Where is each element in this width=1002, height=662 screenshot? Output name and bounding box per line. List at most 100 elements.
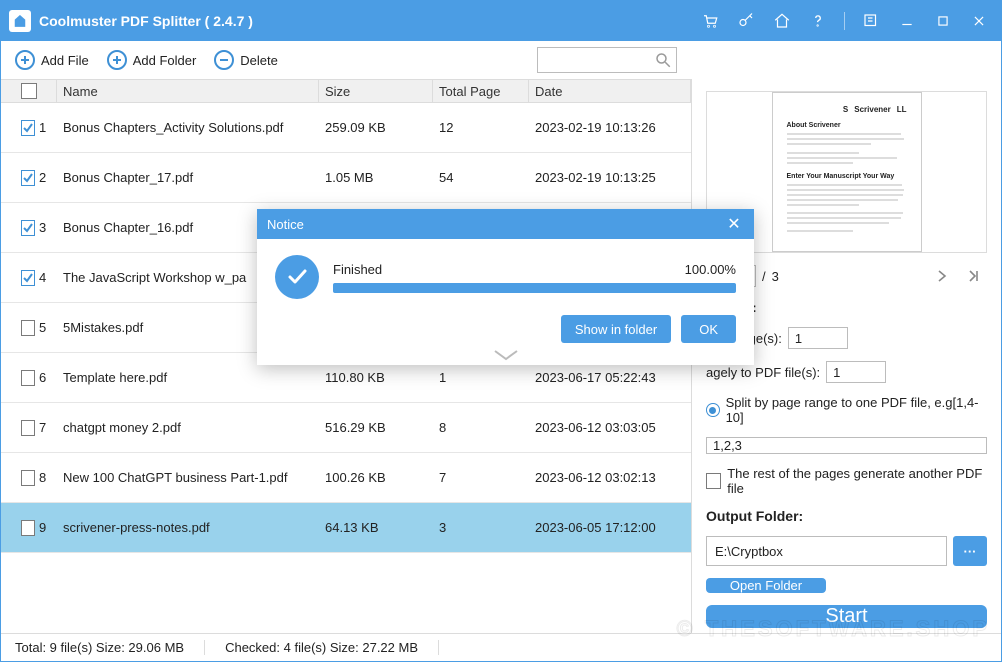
start-button[interactable]: Start <box>706 605 987 628</box>
row-date: 2023-02-19 10:13:26 <box>529 120 691 135</box>
output-path-field[interactable]: E:\Cryptbox <box>706 536 947 566</box>
row-date: 2023-06-12 03:03:05 <box>529 420 691 435</box>
delete-button[interactable]: Delete <box>214 50 278 70</box>
close-button[interactable] <box>965 7 993 35</box>
split-opt3-label: Split by page range to one PDF file, e.g… <box>726 395 987 425</box>
row-size: 64.13 KB <box>319 520 433 535</box>
row-index: 2 <box>39 170 51 185</box>
preview-page: SScrivenerLL About Scrivener Enter Your … <box>772 92 922 252</box>
table-row[interactable]: 7chatgpt money 2.pdf516.29 KB82023-06-12… <box>1 403 691 453</box>
ok-button[interactable]: OK <box>681 315 736 343</box>
row-total-page: 12 <box>433 120 529 135</box>
maximize-button[interactable] <box>929 7 957 35</box>
dialog-status-label: Finished <box>333 262 382 277</box>
range-value: 1,2,3 <box>713 438 742 453</box>
preview-doc-title: Scrivener <box>854 105 890 114</box>
row-size: 259.09 KB <box>319 120 433 135</box>
row-date: 2023-06-12 03:02:13 <box>529 470 691 485</box>
row-date: 2023-06-05 17:12:00 <box>529 520 691 535</box>
header-total-page[interactable]: Total Page <box>433 80 529 102</box>
header-size[interactable]: Size <box>319 80 433 102</box>
help-icon[interactable] <box>804 7 832 35</box>
add-file-button[interactable]: Add File <box>15 50 89 70</box>
check-circle-icon <box>275 255 319 299</box>
page-sep: / <box>762 269 766 284</box>
row-checkbox[interactable] <box>21 220 35 236</box>
browse-button[interactable]: ··· <box>953 536 987 566</box>
row-checkbox[interactable] <box>21 120 35 136</box>
row-date: 2023-02-19 10:13:25 <box>529 170 691 185</box>
row-total-page: 1 <box>433 370 529 385</box>
output-path-value: E:\Cryptbox <box>715 544 783 559</box>
row-name: scrivener-press-notes.pdf <box>57 520 319 535</box>
table-row[interactable]: 8New 100 ChatGPT business Part-1.pdf100.… <box>1 453 691 503</box>
minimize-button[interactable] <box>893 7 921 35</box>
row-size: 100.26 KB <box>319 470 433 485</box>
add-file-label: Add File <box>41 53 89 68</box>
range-input-box[interactable]: 1,2,3 <box>706 437 987 454</box>
row-total-page: 7 <box>433 470 529 485</box>
table-row[interactable]: 2Bonus Chapter_17.pdf1.05 MB542023-02-19… <box>1 153 691 203</box>
cart-icon[interactable] <box>696 7 724 35</box>
row-index: 5 <box>39 320 51 335</box>
key-icon[interactable] <box>732 7 760 35</box>
table-body: 1Bonus Chapters_Activity Solutions.pdf25… <box>1 103 691 633</box>
page-next-button[interactable] <box>929 265 955 287</box>
header-checkbox[interactable] <box>15 80 57 102</box>
header-date[interactable]: Date <box>529 80 691 102</box>
split-opt2-input[interactable] <box>826 361 886 383</box>
dialog-expand-chevron-icon[interactable] <box>257 349 754 365</box>
table-row[interactable]: 1 Bonus Chapters_Activity Solutions.pdf25… <box>1 103 691 153</box>
row-index: 6 <box>39 370 51 385</box>
row-checkbox[interactable] <box>21 320 35 336</box>
row-size: 516.29 KB <box>319 420 433 435</box>
plus-file-icon <box>15 50 35 70</box>
row-name: Bonus Chapters_Activity Solutions.pdf <box>57 120 319 135</box>
row-checkbox[interactable] <box>21 420 35 436</box>
row-date: 2023-06-17 05:22:43 <box>529 370 691 385</box>
delete-icon <box>214 50 234 70</box>
show-in-folder-button[interactable]: Show in folder <box>561 315 671 343</box>
feedback-icon[interactable] <box>857 7 885 35</box>
radio-range-icon <box>706 403 720 417</box>
dialog-percent-label: 100.00% <box>685 262 736 277</box>
row-index: 7 <box>39 420 51 435</box>
status-checked: Checked: 4 file(s) Size: 27.22 MB <box>225 640 439 655</box>
app-title: Coolmuster PDF Splitter ( 2.4.7 ) <box>39 13 253 29</box>
search-icon[interactable] <box>654 51 672 72</box>
split-opt2-label: agely to PDF file(s): <box>706 365 820 380</box>
app-logo-icon <box>9 10 31 32</box>
dialog-header: Notice ✕ <box>257 209 754 239</box>
table-row[interactable]: 9scrivener-press-notes.pdf64.13 KB32023-… <box>1 503 691 553</box>
dialog-close-button[interactable]: ✕ <box>724 214 744 234</box>
row-index: 1 <box>39 120 51 135</box>
row-index: 3 <box>39 220 51 235</box>
row-checkbox[interactable] <box>21 470 35 486</box>
dialog-title: Notice <box>267 217 304 232</box>
add-folder-button[interactable]: Add Folder <box>107 50 197 70</box>
search-box[interactable] <box>537 47 677 73</box>
rest-checkbox-icon <box>706 473 721 489</box>
row-checkbox[interactable] <box>21 370 35 386</box>
rest-label: The rest of the pages generate another P… <box>727 466 987 496</box>
row-index: 4 <box>39 270 51 285</box>
row-size: 110.80 KB <box>319 370 433 385</box>
page-last-button[interactable] <box>961 265 987 287</box>
split-opt1-input[interactable] <box>788 327 848 349</box>
row-name: Bonus Chapter_17.pdf <box>57 170 319 185</box>
progress-bar <box>333 283 736 293</box>
notice-dialog: Notice ✕ Finished 100.00% Show in folder… <box>257 209 754 365</box>
split-option-range[interactable]: Split by page range to one PDF file, e.g… <box>706 395 987 425</box>
status-bar: Total: 9 file(s) Size: 29.06 MB Checked:… <box>1 633 1001 661</box>
open-folder-button[interactable]: Open Folder <box>706 578 826 593</box>
rest-pages-checkbox-line[interactable]: The rest of the pages generate another P… <box>706 466 987 496</box>
titlebar: Coolmuster PDF Splitter ( 2.4.7 ) <box>1 1 1001 41</box>
row-checkbox[interactable] <box>21 170 35 186</box>
row-checkbox[interactable] <box>21 520 35 536</box>
header-name[interactable]: Name <box>57 80 319 102</box>
row-checkbox[interactable] <box>21 270 35 286</box>
row-total-page: 8 <box>433 420 529 435</box>
row-name: New 100 ChatGPT business Part-1.pdf <box>57 470 319 485</box>
delete-label: Delete <box>240 53 278 68</box>
home-icon[interactable] <box>768 7 796 35</box>
